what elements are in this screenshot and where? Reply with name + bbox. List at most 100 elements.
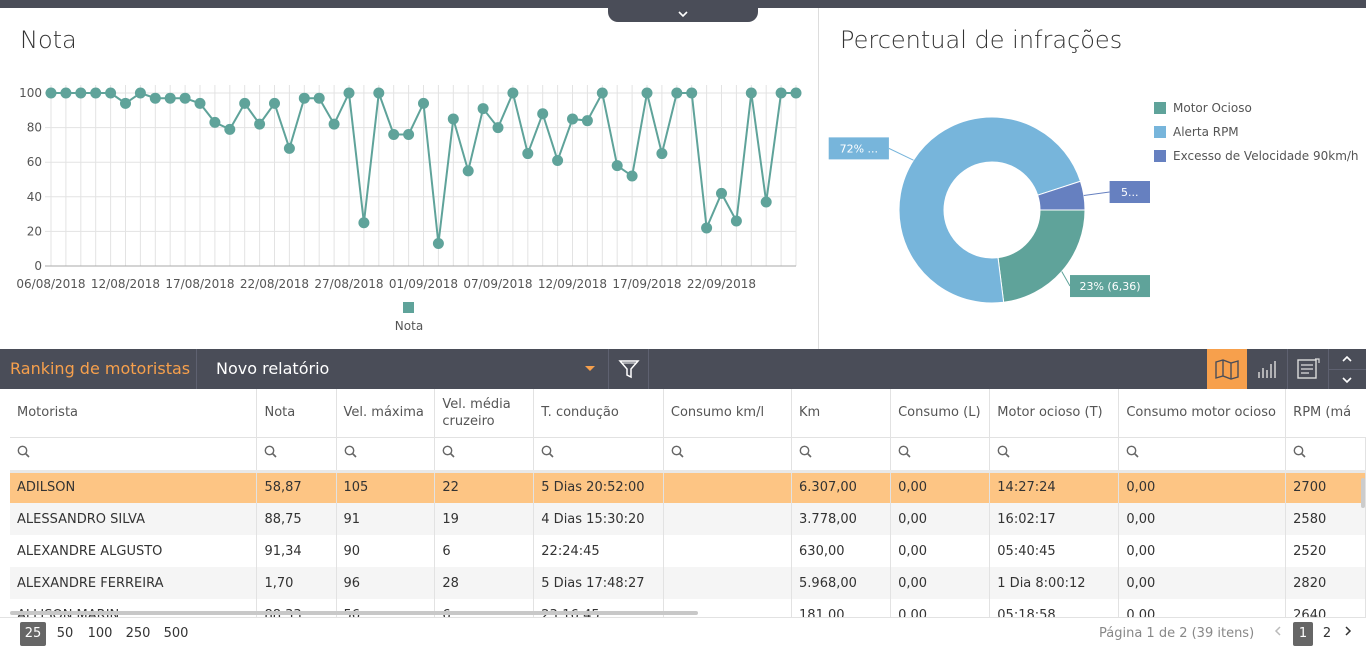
page-2-button[interactable]: 2 [1318, 622, 1336, 646]
y-tick-label: 100 [19, 86, 42, 100]
data-point [447, 113, 459, 125]
col-consumo-l[interactable]: Consumo (L) [890, 389, 991, 438]
chart-view-button[interactable] [1247, 349, 1287, 389]
y-tick-label: 80 [27, 121, 42, 135]
data-point [626, 170, 638, 182]
col-t-conducao[interactable]: T. condução [533, 389, 664, 438]
cell-nota: 1,70 [256, 567, 337, 599]
filter-cell-consumo-motor-ocioso[interactable] [1118, 437, 1287, 473]
search-icon [898, 445, 911, 458]
cell-consumo-motor-ocioso: 0,00 [1118, 599, 1287, 617]
x-tick-label: 12/08/2018 [91, 277, 160, 291]
cell-km: 181,00 [791, 599, 892, 617]
data-point [373, 87, 385, 99]
filter-cell-consumo-l[interactable] [890, 437, 991, 473]
filter-cell-consumo-kml[interactable] [663, 437, 793, 473]
filter-cell-vel-media[interactable] [434, 437, 535, 473]
filter-cell-km[interactable] [791, 437, 892, 473]
cell-motor-ocioso: 14:27:24 [989, 471, 1120, 503]
page-size-250[interactable]: 250 [124, 622, 152, 646]
search-icon [671, 445, 684, 458]
table-row[interactable]: ALEXANDRE ALGUSTO 91,34 90 6 22:24:45 630,00 0… [10, 535, 1366, 567]
data-point [492, 122, 504, 134]
col-nota[interactable]: Nota [256, 389, 337, 438]
page-size-500[interactable]: 500 [162, 622, 190, 646]
data-point [90, 87, 102, 99]
data-point [581, 115, 593, 127]
col-consumo-motor-ocioso[interactable]: Consumo motor ocioso [1118, 389, 1287, 438]
map-view-button[interactable] [1207, 349, 1247, 389]
page-size-50[interactable]: 50 [53, 622, 77, 646]
bar-chart-icon [1258, 361, 1276, 378]
data-point [254, 118, 266, 130]
cell-vel-maxima: 91 [336, 503, 436, 535]
page-size-100[interactable]: 100 [86, 622, 114, 646]
cell-km: 6.307,00 [791, 471, 892, 503]
cell-t-conducao: 22:24:45 [533, 535, 664, 567]
table-row[interactable]: ALESSANDRO SILVA 88,75 91 19 4 Dias 15:30:20… [10, 503, 1366, 535]
cell-vel-media: 28 [434, 567, 535, 599]
cell-consumo-motor-ocioso: 0,00 [1118, 567, 1287, 599]
panel-divider [818, 8, 819, 349]
data-point [552, 154, 564, 166]
nota-line-chart: 0 20 40 60 80 100 06/08/2018 12/08/2018 17/08/20… [16, 85, 802, 333]
caret-down-icon[interactable] [585, 366, 595, 371]
vertical-scrollbar[interactable] [1361, 478, 1365, 508]
next-page-button[interactable] [1340, 622, 1356, 646]
filter-cell-rpm-max[interactable] [1285, 437, 1366, 473]
table-row[interactable]: ADILSON 58,87 105 22 5 Dias 20:52:00 6.307,00… [10, 471, 1366, 503]
data-point [686, 87, 698, 99]
cell-rpm-max: 2520 [1285, 535, 1366, 567]
infracoes-legend: Motor Ocioso Alerta RPM Excesso de Veloc… [1154, 96, 1359, 168]
filter-row [10, 437, 1366, 473]
data-point [134, 87, 146, 99]
infracoes-title: Percentual de infrações [840, 26, 1123, 54]
cell-motor-ocioso: 05:18:58 [989, 599, 1120, 617]
cell-km: 3.778,00 [791, 503, 892, 535]
cell-t-conducao: 5 Dias 20:52:00 [533, 471, 664, 503]
collapse-toggle[interactable] [608, 0, 758, 22]
table-row[interactable]: ALEXANDRE FERREIRA 1,70 96 28 5 Dias 17:48:2… [10, 567, 1366, 599]
report-select[interactable]: Novo relatório [216, 349, 329, 389]
col-vel-maxima[interactable]: Vel. máxima [336, 389, 436, 438]
panel-resize-controls [1328, 349, 1366, 389]
x-tick-label: 07/09/2018 [463, 277, 532, 291]
cell-consumo-l: 0,00 [890, 503, 991, 535]
data-point [462, 165, 474, 177]
prev-page-button[interactable] [1270, 622, 1286, 646]
data-label: 5... [1121, 186, 1139, 199]
chevron-left-icon [1274, 626, 1281, 636]
report-icon [1297, 358, 1320, 379]
search-icon [997, 445, 1010, 458]
filter-cell-motor-ocioso[interactable] [989, 437, 1120, 473]
filter-button[interactable] [609, 349, 649, 389]
y-tick-label: 20 [27, 224, 42, 238]
col-vel-media-cruzeiro[interactable]: Vel. média cruzeiro [434, 389, 535, 438]
col-km[interactable]: Km [791, 389, 892, 438]
data-point [671, 87, 683, 99]
col-motorista[interactable]: Motorista [10, 389, 258, 438]
data-point [596, 87, 608, 99]
cell-consumo-motor-ocioso: 0,00 [1118, 471, 1287, 503]
report-view-button[interactable] [1288, 349, 1328, 389]
data-point [432, 238, 444, 250]
col-motor-ocioso-t[interactable]: Motor ocioso (T) [989, 389, 1120, 438]
filter-cell-vel-maxima[interactable] [336, 437, 436, 473]
legend-alerta-rpm[interactable]: Alerta RPM [1154, 120, 1359, 144]
col-rpm-max[interactable]: RPM (má [1285, 389, 1366, 438]
data-point [313, 92, 325, 104]
expand-up-button[interactable] [1328, 349, 1366, 369]
filter-cell-t-conducao[interactable] [533, 437, 664, 473]
collapse-down-button[interactable] [1328, 369, 1366, 389]
x-tick-label: 22/08/2018 [240, 277, 309, 291]
filter-cell-nota[interactable] [256, 437, 337, 473]
legend-motor-ocioso[interactable]: Motor Ocioso [1154, 96, 1359, 120]
col-consumo-kml[interactable]: Consumo km/l [663, 389, 793, 438]
cell-motor-ocioso: 16:02:17 [989, 503, 1120, 535]
horizontal-scrollbar[interactable] [10, 611, 698, 615]
cell-motorista: ALESSANDRO SILVA [10, 503, 258, 535]
filter-cell-motorista[interactable] [10, 437, 258, 473]
legend-excesso-velocidade[interactable]: Excesso de Velocidade 90km/h [1154, 144, 1359, 168]
page-1-button[interactable]: 1 [1293, 622, 1313, 646]
page-size-25[interactable]: 25 [20, 622, 46, 646]
